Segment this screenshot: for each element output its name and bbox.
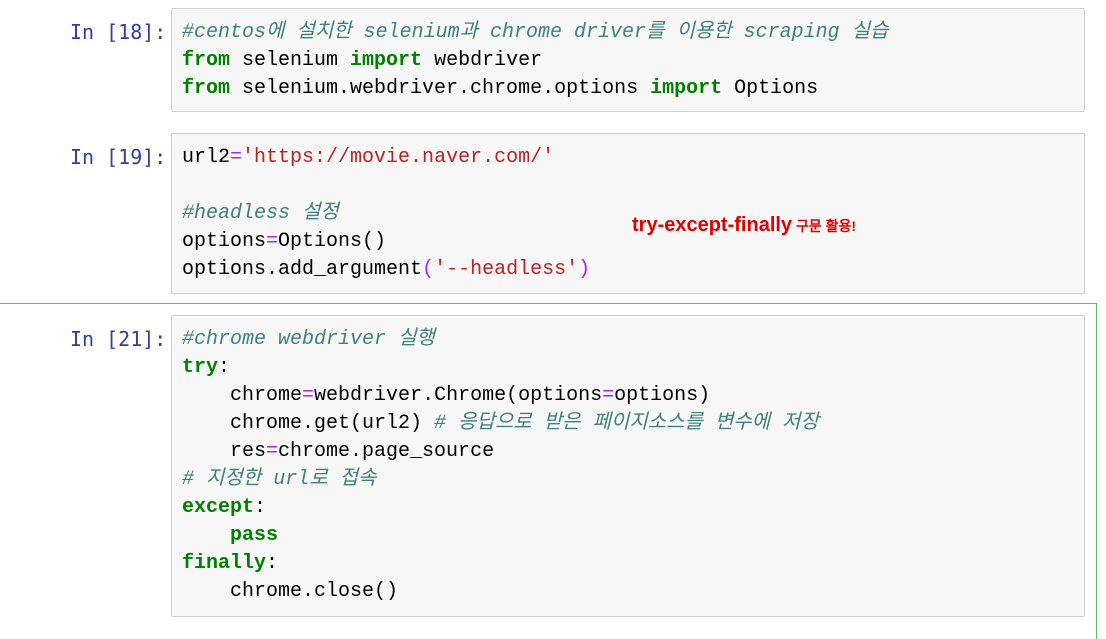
code-line: chrome.get(url2) # 응답으로 받은 페이지소스를 변수에 저장 [182,410,819,438]
keyword: from [182,77,231,100]
code-text: options) [614,384,711,407]
code-input-area[interactable]: #chrome webdriver 실행 try: chrome=webdrive… [171,315,1085,617]
keyword: except [182,496,255,519]
code-line: from selenium import webdriver [182,47,888,75]
code-comment: # 응답으로 받은 페이지소스를 변수에 저장 [434,412,819,435]
code-text: options.add_argument [182,258,423,281]
code-editor[interactable]: #chrome webdriver 실행 try: chrome=webdrive… [182,326,819,606]
operator: = [266,440,279,463]
keyword: try [182,356,219,379]
code-line: options.add_argument('--headless') [182,256,590,284]
code-text: chrome [182,384,303,407]
code-line: pass [182,522,819,550]
code-line: from selenium.webdriver.chrome.options i… [182,75,888,103]
code-editor[interactable]: url2='https://movie.naver.com/' #headless… [182,144,590,284]
code-line: url2='https://movie.naver.com/' [182,144,590,172]
keyword: pass [230,524,279,547]
code-text: chrome.close() [182,580,399,603]
cell-prompt: In [21]: [70,327,167,351]
code-text: res [182,440,267,463]
code-text: selenium [230,49,351,72]
operator: = [266,230,279,253]
code-text: webdriver.Chrome(options [314,384,603,407]
code-text: Options [722,77,819,100]
code-comment: # 지정한 url로 접속 [182,468,377,491]
operator: = [302,384,315,407]
code-text: selenium.webdriver.chrome.options [230,77,651,100]
cell-prompt: In [18]: [70,20,167,44]
string-literal: '--headless' [434,258,579,281]
code-line: except: [182,494,819,522]
code-text: options [182,230,267,253]
keyword: import [350,49,423,72]
operator: = [230,146,243,169]
keyword: from [182,49,231,72]
paren: ( [422,258,435,281]
code-cell-19[interactable]: In [19]: url2='https://movie.naver.com/'… [0,125,1106,300]
code-line: chrome.close() [182,578,819,606]
red-annotation: try-except-finally 구문 활용! [632,214,856,237]
code-comment: #centos에 설치한 selenium과 chrome driver를 이용… [182,21,889,44]
code-input-area[interactable]: #centos에 설치한 selenium과 chrome driver를 이용… [171,8,1085,112]
code-text: webdriver [422,49,543,72]
code-line: options=Options() [182,228,590,256]
keyword: import [650,77,723,100]
code-text: : [254,496,267,519]
code-line: chrome=webdriver.Chrome(options=options) [182,382,819,410]
string-literal: 'https://movie.naver.com/' [242,146,555,169]
code-line: #headless 설정 [182,200,590,228]
code-cell-18[interactable]: In [18]: #centos에 설치한 selenium과 chrome d… [0,0,1106,120]
operator: = [602,384,615,407]
code-editor[interactable]: #centos에 설치한 selenium과 chrome driver를 이용… [182,19,888,103]
code-text: : [266,552,279,575]
code-input-area[interactable]: url2='https://movie.naver.com/' #headless… [171,133,1085,294]
code-text: url2 [182,146,231,169]
annotation-main: try-except-finally [632,214,793,236]
annotation-sub: 구문 활용! [792,218,857,234]
code-text: : [218,356,231,379]
code-line: #chrome webdriver 실행 [182,326,819,354]
code-line: #centos에 설치한 selenium과 chrome driver를 이용… [182,19,888,47]
code-cell-21[interactable]: In [21]: #chrome webdriver 실행 try: chrome… [0,307,1106,636]
code-text: Options() [278,230,387,253]
paren: ) [578,258,591,281]
code-line: # 지정한 url로 접속 [182,466,819,494]
code-text: chrome.page_source [278,440,495,463]
code-comment: #headless 설정 [182,202,339,225]
code-text: chrome.get(url2) [182,412,435,435]
code-comment: #chrome webdriver 실행 [182,328,435,351]
keyword: finally [182,552,267,575]
cell-prompt: In [19]: [70,145,167,169]
code-line: res=chrome.page_source [182,438,819,466]
code-line: finally: [182,550,819,578]
code-line: try: [182,354,819,382]
